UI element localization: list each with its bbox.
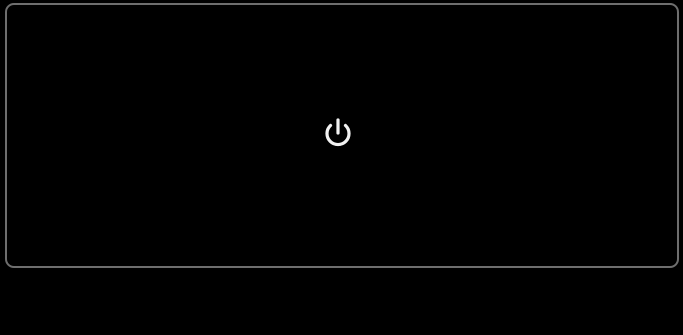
screen bbox=[0, 0, 683, 335]
power-button[interactable] bbox=[317, 112, 359, 154]
power-icon bbox=[317, 112, 359, 154]
